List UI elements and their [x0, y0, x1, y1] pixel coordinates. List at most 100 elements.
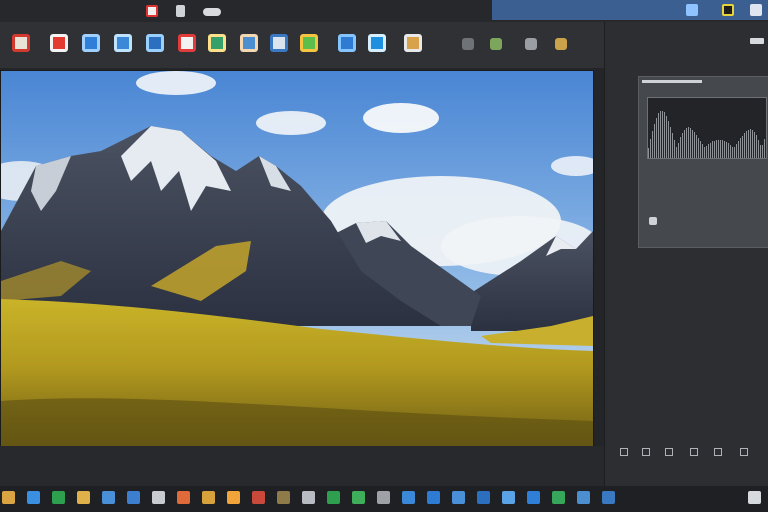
- taskbar-app-icon[interactable]: [27, 491, 40, 504]
- app-icon[interactable]: [146, 5, 158, 17]
- histogram-bar: [726, 142, 727, 158]
- histogram-bar: [676, 147, 677, 158]
- taskbar-app-icon[interactable]: [452, 491, 465, 504]
- histogram-bar: [688, 127, 689, 158]
- calendar-icon[interactable]: [555, 38, 567, 50]
- histogram-bar: [670, 127, 671, 158]
- title-accent-strip: [492, 0, 768, 20]
- taskbar-app-icon[interactable]: [352, 491, 365, 504]
- taskbar-app-icon[interactable]: [127, 491, 140, 504]
- brush-icon[interactable]: [404, 34, 422, 52]
- histogram-bar: [702, 144, 703, 158]
- histogram-bar: [762, 145, 763, 158]
- taskbar-app-icon[interactable]: [77, 491, 90, 504]
- panel-header: [642, 80, 702, 83]
- taskbar-app-icon[interactable]: [2, 491, 15, 504]
- window-icon[interactable]: [146, 34, 164, 52]
- histogram-bar: [668, 121, 669, 158]
- gallery-icon[interactable]: [300, 34, 318, 52]
- portrait-icon[interactable]: [240, 34, 258, 52]
- histogram-bar: [758, 140, 759, 158]
- histogram-bar: [678, 143, 679, 158]
- histogram-bar: [738, 141, 739, 158]
- histogram-bar: [652, 131, 653, 158]
- histogram-bar: [736, 144, 737, 158]
- panel-button-6[interactable]: [740, 448, 748, 456]
- document-icon[interactable]: [176, 5, 185, 17]
- histogram-bar: [664, 112, 665, 158]
- histogram-bar: [690, 128, 691, 158]
- export-icon[interactable]: [368, 34, 386, 52]
- taskbar-app-icon[interactable]: [177, 491, 190, 504]
- crop-icon[interactable]: [50, 34, 68, 52]
- histogram-bar: [700, 141, 701, 158]
- grid-icon[interactable]: [525, 38, 537, 50]
- window-icon[interactable]: [686, 4, 698, 16]
- taskbar-app-icon[interactable]: [577, 491, 590, 504]
- archive-icon[interactable]: [270, 34, 288, 52]
- taskbar-app-icon[interactable]: [502, 491, 515, 504]
- panel-option-icon[interactable]: [649, 217, 657, 225]
- histogram-bar: [734, 147, 735, 158]
- mountain-photo[interactable]: [0, 70, 594, 448]
- image-icon[interactable]: [12, 34, 30, 52]
- histogram-bar: [674, 140, 675, 158]
- close-window-icon[interactable]: [750, 4, 762, 16]
- document-icon[interactable]: [82, 34, 100, 52]
- taskbar-app-icon[interactable]: [52, 491, 65, 504]
- histogram-bar: [656, 118, 657, 158]
- histogram-bar: [740, 138, 741, 158]
- taskbar-app-icon[interactable]: [202, 491, 215, 504]
- taskbar-app-icon[interactable]: [552, 491, 565, 504]
- taskbar-app-icon[interactable]: [477, 491, 490, 504]
- notification-icon[interactable]: [722, 4, 734, 16]
- histogram-graph: [647, 97, 767, 159]
- panel-button-1[interactable]: [620, 448, 628, 456]
- histogram-bar: [696, 135, 697, 158]
- histogram-bar: [730, 145, 731, 158]
- panel-menu-icon[interactable]: [750, 38, 764, 44]
- pdf-icon[interactable]: [178, 34, 196, 52]
- histogram-bar: [722, 140, 723, 158]
- histogram-bar: [716, 140, 717, 158]
- zoom-icon[interactable]: [462, 38, 474, 50]
- landscape-image: [1, 71, 593, 447]
- panel-button-4[interactable]: [690, 448, 698, 456]
- taskbar-app-icon[interactable]: [277, 491, 290, 504]
- taskbar-app-icon[interactable]: [252, 491, 265, 504]
- taskbar-app-icon[interactable]: [302, 491, 315, 504]
- taskbar-app-icon[interactable]: [402, 491, 415, 504]
- histogram-bar: [764, 139, 765, 158]
- histogram-bar: [698, 138, 699, 158]
- taskbar-app-icon[interactable]: [102, 491, 115, 504]
- photo-icon[interactable]: [208, 34, 226, 52]
- taskbar-app-icon[interactable]: [527, 491, 540, 504]
- taskbar-app-icon[interactable]: [427, 491, 440, 504]
- folder-icon[interactable]: [338, 34, 356, 52]
- cloud-icon[interactable]: [203, 8, 221, 16]
- histogram-bar: [714, 141, 715, 158]
- panel-button-5[interactable]: [714, 448, 722, 456]
- histogram-bar: [694, 132, 695, 158]
- histogram-bar: [704, 147, 705, 158]
- histogram-bar: [654, 124, 655, 158]
- histogram-bar: [660, 111, 661, 158]
- histogram-bar: [662, 111, 663, 158]
- system-tray-icon[interactable]: [748, 491, 761, 504]
- layers-icon[interactable]: [114, 34, 132, 52]
- taskbar-app-icon[interactable]: [377, 491, 390, 504]
- taskbar-app-icon[interactable]: [602, 491, 615, 504]
- landscape-thumb-icon[interactable]: [490, 38, 502, 50]
- title-bar: [0, 0, 768, 22]
- taskbar-app-icon[interactable]: [227, 491, 240, 504]
- histogram-bar: [666, 116, 667, 158]
- histogram-bar: [672, 133, 673, 158]
- taskbar-app-icon[interactable]: [152, 491, 165, 504]
- histogram-bar: [748, 130, 749, 158]
- histogram-bar: [732, 147, 733, 158]
- histogram-bar: [742, 136, 743, 158]
- taskbar-app-icon[interactable]: [327, 491, 340, 504]
- panel-button-2[interactable]: [642, 448, 650, 456]
- panel-button-3[interactable]: [665, 448, 673, 456]
- histogram-bar: [648, 148, 649, 158]
